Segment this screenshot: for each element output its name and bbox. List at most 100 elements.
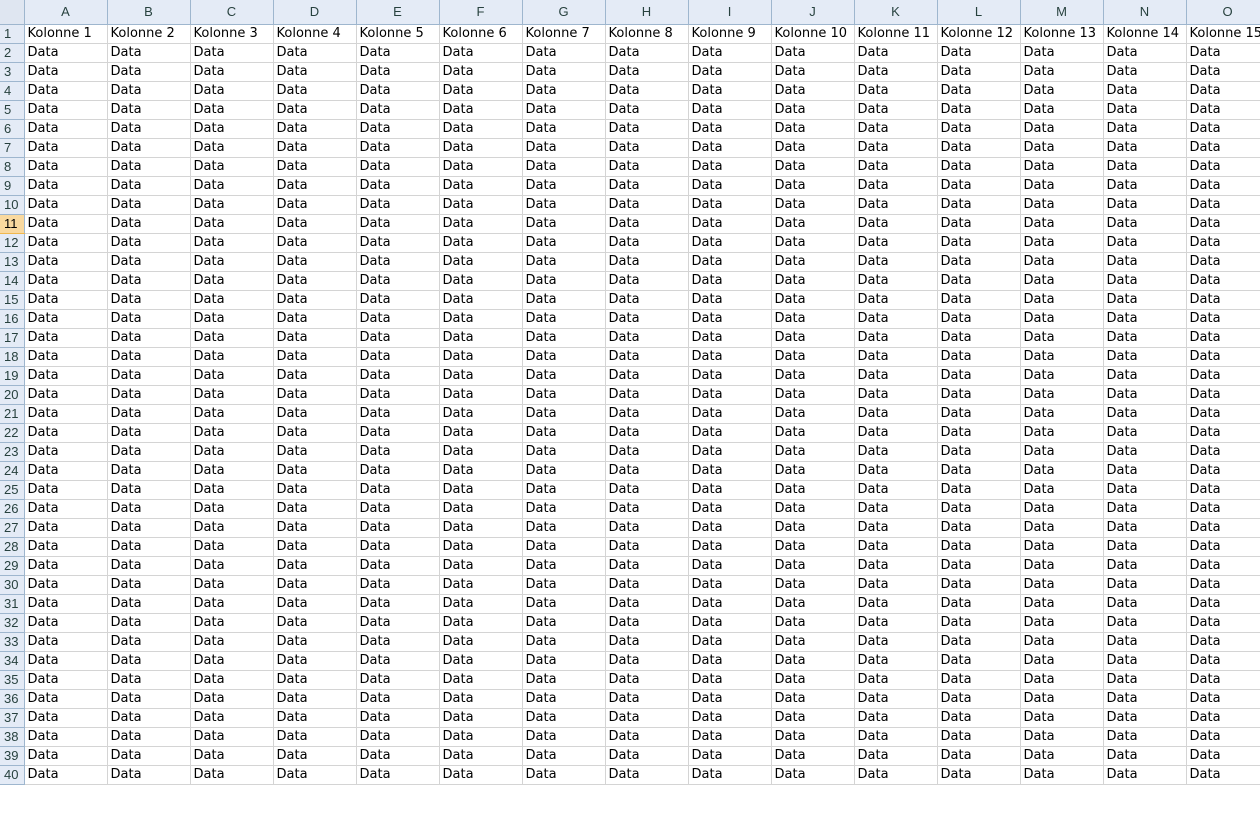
cell-a24[interactable]: Data (24, 461, 108, 481)
cell-g19[interactable]: Data (522, 366, 606, 386)
row-header-18[interactable]: 18 (0, 347, 25, 367)
cell-k19[interactable]: Data (854, 366, 938, 386)
cell-n21[interactable]: Data (1103, 404, 1187, 424)
cell-f37[interactable]: Data (439, 708, 523, 728)
cell-o2[interactable]: Data (1186, 43, 1260, 63)
cell-e9[interactable]: Data (356, 176, 440, 196)
cell-m31[interactable]: Data (1020, 594, 1104, 614)
cell-e31[interactable]: Data (356, 594, 440, 614)
cell-k35[interactable]: Data (854, 670, 938, 690)
cell-n3[interactable]: Data (1103, 62, 1187, 82)
cell-c37[interactable]: Data (190, 708, 274, 728)
cell-a7[interactable]: Data (24, 138, 108, 158)
cell-e27[interactable]: Data (356, 518, 440, 538)
cell-d33[interactable]: Data (273, 632, 357, 652)
cell-o10[interactable]: Data (1186, 195, 1260, 215)
cell-o37[interactable]: Data (1186, 708, 1260, 728)
column-header-b[interactable]: B (107, 0, 191, 25)
cell-k31[interactable]: Data (854, 594, 938, 614)
cell-j27[interactable]: Data (771, 518, 855, 538)
cell-i33[interactable]: Data (688, 632, 772, 652)
cell-d15[interactable]: Data (273, 290, 357, 310)
cell-g23[interactable]: Data (522, 442, 606, 462)
cell-b23[interactable]: Data (107, 442, 191, 462)
cell-k38[interactable]: Data (854, 727, 938, 747)
cell-a37[interactable]: Data (24, 708, 108, 728)
cell-h31[interactable]: Data (605, 594, 689, 614)
cell-o18[interactable]: Data (1186, 347, 1260, 367)
cell-e38[interactable]: Data (356, 727, 440, 747)
row-header-14[interactable]: 14 (0, 271, 25, 291)
cell-f4[interactable]: Data (439, 81, 523, 101)
cell-o5[interactable]: Data (1186, 100, 1260, 120)
cell-l12[interactable]: Data (937, 233, 1021, 253)
cell-h28[interactable]: Data (605, 537, 689, 557)
cell-n10[interactable]: Data (1103, 195, 1187, 215)
row-header-24[interactable]: 24 (0, 461, 25, 481)
cell-n22[interactable]: Data (1103, 423, 1187, 443)
row-header-1[interactable]: 1 (0, 24, 25, 44)
cell-i7[interactable]: Data (688, 138, 772, 158)
cell-j10[interactable]: Data (771, 195, 855, 215)
cell-j7[interactable]: Data (771, 138, 855, 158)
cell-c34[interactable]: Data (190, 651, 274, 671)
cell-g11[interactable]: Data (522, 214, 606, 234)
row-header-32[interactable]: 32 (0, 613, 25, 633)
cell-n35[interactable]: Data (1103, 670, 1187, 690)
cell-e35[interactable]: Data (356, 670, 440, 690)
cell-n20[interactable]: Data (1103, 385, 1187, 405)
cell-d9[interactable]: Data (273, 176, 357, 196)
cell-i16[interactable]: Data (688, 309, 772, 329)
cell-h7[interactable]: Data (605, 138, 689, 158)
cell-f19[interactable]: Data (439, 366, 523, 386)
cell-n1[interactable]: Kolonne 14 (1103, 24, 1187, 44)
cell-b10[interactable]: Data (107, 195, 191, 215)
cell-c28[interactable]: Data (190, 537, 274, 557)
cell-c15[interactable]: Data (190, 290, 274, 310)
cell-f31[interactable]: Data (439, 594, 523, 614)
cell-e34[interactable]: Data (356, 651, 440, 671)
row-header-5[interactable]: 5 (0, 100, 25, 120)
row-header-19[interactable]: 19 (0, 366, 25, 386)
cell-o4[interactable]: Data (1186, 81, 1260, 101)
cell-c40[interactable]: Data (190, 765, 274, 785)
column-header-f[interactable]: F (439, 0, 523, 25)
cell-n23[interactable]: Data (1103, 442, 1187, 462)
cell-g1[interactable]: Kolonne 7 (522, 24, 606, 44)
cell-m18[interactable]: Data (1020, 347, 1104, 367)
cell-c19[interactable]: Data (190, 366, 274, 386)
row-header-39[interactable]: 39 (0, 746, 25, 766)
cell-e28[interactable]: Data (356, 537, 440, 557)
cell-m17[interactable]: Data (1020, 328, 1104, 348)
row-header-29[interactable]: 29 (0, 556, 25, 576)
cell-a25[interactable]: Data (24, 480, 108, 500)
cell-d12[interactable]: Data (273, 233, 357, 253)
cell-a1[interactable]: Kolonne 1 (24, 24, 108, 44)
cell-e18[interactable]: Data (356, 347, 440, 367)
cell-j15[interactable]: Data (771, 290, 855, 310)
cell-g6[interactable]: Data (522, 119, 606, 139)
cell-i27[interactable]: Data (688, 518, 772, 538)
cell-d19[interactable]: Data (273, 366, 357, 386)
cell-g29[interactable]: Data (522, 556, 606, 576)
cell-n37[interactable]: Data (1103, 708, 1187, 728)
cell-i6[interactable]: Data (688, 119, 772, 139)
cell-j25[interactable]: Data (771, 480, 855, 500)
cell-l3[interactable]: Data (937, 62, 1021, 82)
cell-n2[interactable]: Data (1103, 43, 1187, 63)
cell-h10[interactable]: Data (605, 195, 689, 215)
cell-d8[interactable]: Data (273, 157, 357, 177)
cell-k15[interactable]: Data (854, 290, 938, 310)
cell-c4[interactable]: Data (190, 81, 274, 101)
cell-m38[interactable]: Data (1020, 727, 1104, 747)
cell-b25[interactable]: Data (107, 480, 191, 500)
select-all-corner[interactable] (0, 0, 25, 25)
cell-k23[interactable]: Data (854, 442, 938, 462)
cell-b9[interactable]: Data (107, 176, 191, 196)
cell-i35[interactable]: Data (688, 670, 772, 690)
cell-c1[interactable]: Kolonne 3 (190, 24, 274, 44)
cell-k37[interactable]: Data (854, 708, 938, 728)
cell-m11[interactable]: Data (1020, 214, 1104, 234)
cell-k18[interactable]: Data (854, 347, 938, 367)
cell-b4[interactable]: Data (107, 81, 191, 101)
